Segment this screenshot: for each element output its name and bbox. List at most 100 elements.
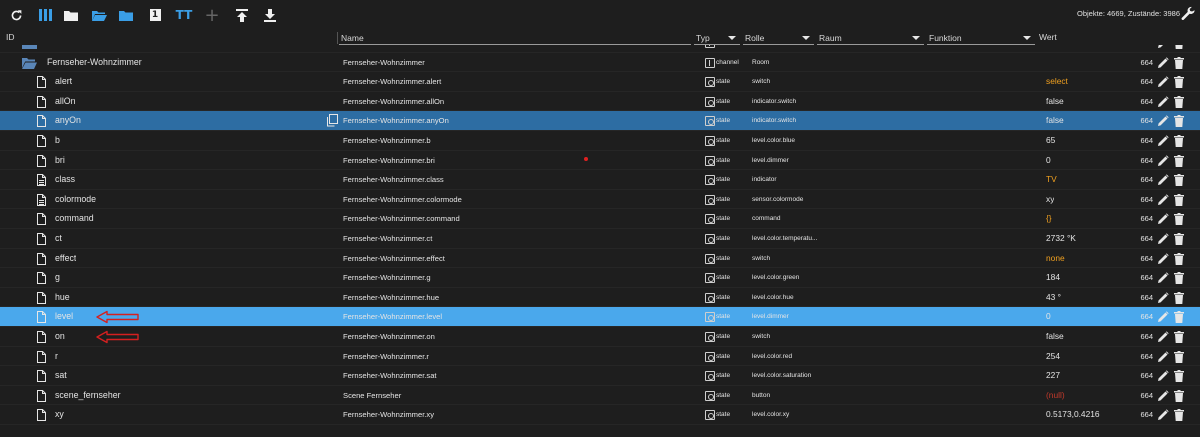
edit-icon[interactable] <box>1157 174 1169 186</box>
edit-icon[interactable] <box>1157 76 1169 88</box>
table-row[interactable]: colormode Fernseher-Wohnzimmer.colormode s… <box>0 190 1200 210</box>
edit-icon[interactable] <box>1157 409 1169 421</box>
table-row[interactable]: b Fernseher-Wohnzimmer.b state level.color.… <box>0 131 1200 151</box>
object-value[interactable]: 0 <box>1046 151 1051 171</box>
header-function-filter[interactable]: Funktion <box>927 31 1035 45</box>
object-value[interactable]: 0.5173,0.4216 <box>1046 405 1100 425</box>
header-role-filter[interactable]: Rolle <box>743 31 814 45</box>
delete-icon[interactable] <box>1174 213 1184 226</box>
object-value[interactable]: 2732 °K <box>1046 229 1076 249</box>
text-size-icon[interactable]: TT <box>175 6 193 24</box>
table-row[interactable]: sat Fernseher-Wohnzimmer.sat state level.co… <box>0 366 1200 386</box>
table-row[interactable]: level Fernseher-Wohnzimmer.level state leve… <box>0 307 1200 327</box>
folder-closed-icon[interactable] <box>117 6 135 24</box>
edit-icon[interactable] <box>1157 96 1169 108</box>
delete-icon[interactable] <box>1174 174 1184 187</box>
copy-icon[interactable] <box>326 114 338 127</box>
delete-icon[interactable] <box>1174 233 1184 245</box>
edit-icon[interactable] <box>1157 115 1169 127</box>
object-value[interactable]: 184 <box>1046 268 1060 288</box>
table-row[interactable]: bri Fernseher-Wohnzimmer.bri state level.di… <box>0 151 1200 171</box>
header-id[interactable]: ID <box>6 30 15 45</box>
file-icon <box>37 311 46 324</box>
object-value[interactable]: 254 <box>1046 347 1060 367</box>
edit-icon[interactable] <box>1157 390 1169 402</box>
table-row[interactable]: alert Fernseher-Wohnzimmer.alert state swit… <box>0 72 1200 92</box>
table-row[interactable]: allOn Fernseher-Wohnzimmer.allOn state indi… <box>0 92 1200 112</box>
object-value[interactable]: TV <box>1046 170 1057 190</box>
header-value[interactable]: Wert <box>1039 30 1057 45</box>
columns-icon[interactable] <box>36 6 54 24</box>
delete-icon[interactable] <box>1174 370 1184 383</box>
wrench-icon[interactable] <box>1181 6 1197 22</box>
state-icon <box>705 332 715 342</box>
object-value[interactable]: 43 ° <box>1046 288 1061 308</box>
edit-icon[interactable] <box>1157 45 1169 49</box>
edit-icon[interactable] <box>1157 311 1169 323</box>
delete-icon[interactable] <box>1174 135 1184 147</box>
header-room-filter[interactable]: Raum <box>817 31 924 45</box>
table-row[interactable]: command Fernseher-Wohnzimmer.command state… <box>0 209 1200 229</box>
edit-icon[interactable] <box>1157 135 1169 147</box>
object-value[interactable]: false <box>1046 111 1064 131</box>
refresh-icon[interactable] <box>7 6 25 24</box>
table-row[interactable]: anyOn Fernseher-Wohnzimmer.anyOn state indi… <box>0 111 1200 131</box>
object-value[interactable]: 0 <box>1046 307 1051 327</box>
edit-icon[interactable] <box>1157 331 1169 343</box>
header-type-filter[interactable]: Typ <box>694 31 740 45</box>
delete-icon[interactable] <box>1174 291 1184 304</box>
object-value[interactable]: select <box>1046 72 1068 92</box>
object-value[interactable]: (null) <box>1046 386 1065 406</box>
object-value[interactable]: 65 <box>1046 131 1055 151</box>
edit-icon[interactable] <box>1157 154 1169 167</box>
table-row[interactable]: scene_fernseher Scene Fernseher state butto… <box>0 386 1200 406</box>
object-value[interactable]: {} <box>1046 209 1052 229</box>
folder-icon[interactable] <box>62 6 80 24</box>
object-value[interactable]: false <box>1046 327 1064 347</box>
object-value[interactable]: none <box>1046 249 1065 269</box>
table-row[interactable]: effect Fernseher-Wohnzimmer.effect state sw… <box>0 249 1200 269</box>
edit-icon[interactable] <box>1157 292 1169 304</box>
table-row[interactable]: xy Fernseher-Wohnzimmer.xy state level.colo… <box>0 405 1200 425</box>
delete-icon[interactable] <box>1174 115 1184 128</box>
edit-icon[interactable] <box>1157 233 1169 245</box>
table-row[interactable]: on Fernseher-Wohnzimmer.on state switch fals… <box>0 327 1200 347</box>
delete-icon[interactable] <box>1174 154 1184 167</box>
edit-icon[interactable] <box>1157 272 1169 284</box>
edit-icon[interactable] <box>1157 370 1169 382</box>
table-row[interactable]: ct Fernseher-Wohnzimmer.ct state level.colo… <box>0 229 1200 249</box>
delete-icon[interactable] <box>1174 409 1184 422</box>
edit-icon[interactable] <box>1157 56 1169 69</box>
table-row[interactable]: r Fernseher-Wohnzimmer.r state level.color.… <box>0 347 1200 367</box>
table-row[interactable]: hue Fernseher-Wohnzimmer.hue state level.co… <box>0 288 1200 308</box>
one-icon[interactable]: 1 <box>146 6 164 24</box>
column-separator[interactable] <box>337 32 338 44</box>
plus-icon[interactable]: + <box>203 5 221 26</box>
edit-icon[interactable] <box>1157 350 1169 363</box>
delete-icon[interactable] <box>1174 95 1184 108</box>
delete-icon[interactable] <box>1174 311 1184 324</box>
delete-icon[interactable] <box>1174 76 1184 89</box>
edit-icon[interactable] <box>1157 252 1169 265</box>
table-row[interactable]: Fernseher-Wohnzimmer Fernseher-Wohnzimmer… <box>0 53 1200 73</box>
upload-icon[interactable] <box>233 6 251 24</box>
delete-icon[interactable] <box>1174 56 1184 69</box>
object-value[interactable]: false <box>1046 92 1064 112</box>
download-icon[interactable] <box>261 6 279 24</box>
table-row[interactable]: g Fernseher-Wohnzimmer.g state level.color.… <box>0 268 1200 288</box>
table-row[interactable]: Entertainment-BüroEntertainment-Bürochan… <box>0 45 1200 53</box>
delete-icon[interactable] <box>1174 45 1184 49</box>
delete-icon[interactable] <box>1174 389 1184 402</box>
folder-open-icon[interactable] <box>90 6 108 24</box>
delete-icon[interactable] <box>1174 272 1184 285</box>
table-row[interactable]: class Fernseher-Wohnzimmer.class state indi… <box>0 170 1200 190</box>
edit-icon[interactable] <box>1157 194 1169 206</box>
delete-icon[interactable] <box>1174 331 1184 343</box>
object-value[interactable]: xy <box>1046 190 1054 210</box>
object-value[interactable]: 227 <box>1046 366 1060 386</box>
edit-icon[interactable] <box>1157 213 1169 225</box>
delete-icon[interactable] <box>1174 193 1184 206</box>
header-name-filter[interactable]: Name <box>339 31 691 45</box>
delete-icon[interactable] <box>1174 252 1184 265</box>
delete-icon[interactable] <box>1174 350 1184 363</box>
